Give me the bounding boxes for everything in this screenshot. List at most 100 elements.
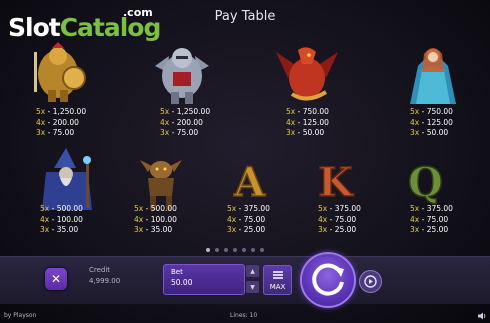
pay-line: 5x - 750.00 [410,107,453,118]
payout: - 500.00 [51,204,83,213]
payout: - 750.00 [297,107,329,116]
payout: - 75.00 [171,128,199,137]
credit-label: Credit [89,266,111,274]
payout: - 1,250.00 [47,107,87,116]
speaker-icon[interactable] [477,311,487,321]
multiplier: 3x [227,225,237,234]
multiplier: 3x [410,225,420,234]
paytable-goblin: 5x - 500.00 4x - 100.00 3x - 35.00 [134,204,177,236]
paytable-wizard: 5x - 500.00 4x - 100.00 3x - 35.00 [40,204,83,236]
multiplier: 4x [36,117,46,127]
bet-decrease-button[interactable]: ▼ [246,281,259,293]
goblin-icon [140,160,182,210]
pay-line: 4x - 75.00 [318,215,361,226]
multiplier: 3x [36,128,46,137]
close-button[interactable]: ✕ [45,268,67,290]
autoplay-button[interactable] [359,270,382,293]
multiplier: 3x [134,225,144,234]
bet-value: 50.00 [171,278,193,287]
letter-k-glyph: K [318,159,354,206]
multiplier: 4x [134,214,144,224]
pay-line: 5x - 375.00 [318,204,361,215]
payout: - 375.00 [238,204,270,213]
pay-line: 3x - 50.00 [410,128,453,139]
page-dot-2[interactable] [215,248,219,252]
payout: - 50.00 [421,128,449,137]
paytable-golden-knight: 5x - 1,250.00 4x - 200.00 3x - 75.00 [36,107,86,139]
multiplier: 5x [410,204,420,213]
spin-button[interactable] [300,252,356,308]
max-bet-button[interactable]: MAX [263,265,292,295]
multiplier: 5x [134,204,144,213]
pay-line: 5x - 375.00 [227,204,270,215]
multiplier: 3x [318,225,328,234]
payout: - 75.00 [421,214,449,224]
payout: - 750.00 [421,107,453,116]
multiplier: 4x [410,117,420,127]
pay-line: 3x - 25.00 [227,225,270,236]
pay-line: 3x - 35.00 [134,225,177,236]
page-indicator [206,248,264,252]
page-dot-6[interactable] [251,248,255,252]
bet-selector[interactable]: Bet 50.00 [163,264,245,295]
page-dot-4[interactable] [233,248,237,252]
credit-value: 4,999.00 [89,277,121,285]
silver-knight-icon [155,48,209,104]
payout: - 75.00 [47,128,75,137]
control-panel [0,256,490,304]
paytable-letter-a: 5x - 375.00 4x - 75.00 3x - 25.00 [227,204,270,236]
letter-q-glyph: Q [408,159,443,206]
spin-arrow-icon [312,263,344,296]
payout: - 25.00 [421,225,449,234]
pay-line: 5x - 375.00 [410,204,453,215]
pay-line: 4x - 200.00 [160,118,210,129]
pay-line: 3x - 25.00 [410,225,453,236]
payout: - 25.00 [329,225,357,234]
golden-knight-icon [34,42,86,102]
pay-line: 4x - 125.00 [286,118,329,129]
payout: - 35.00 [145,225,173,234]
pay-line: 3x - 75.00 [160,128,210,139]
pay-line: 5x - 1,250.00 [36,107,86,118]
chevron-up-icon: ▲ [250,267,255,275]
pay-line: 3x - 75.00 [36,128,86,139]
page-dot-1[interactable] [206,248,210,252]
payout: - 25.00 [238,225,266,234]
bet-increase-button[interactable]: ▲ [246,265,259,277]
multiplier: 3x [286,128,296,137]
wizard-icon [42,148,92,210]
chevron-down-icon: ▼ [250,283,255,291]
page-dot-5[interactable] [242,248,246,252]
pay-line: 5x - 500.00 [134,204,177,215]
pay-line: 4x - 200.00 [36,118,86,129]
pay-line: 3x - 35.00 [40,225,83,236]
paytable-red-dragon: 5x - 750.00 4x - 125.00 3x - 50.00 [286,107,329,139]
lines-count: Lines: 10 [230,312,258,319]
provider-brand: by Playson [4,312,37,319]
pay-line: 4x - 125.00 [410,118,453,129]
pay-line: 5x - 500.00 [40,204,83,215]
payout: - 500.00 [145,204,177,213]
multiplier: 4x [40,214,50,224]
multiplier: 5x [40,204,50,213]
red-dragon-icon [276,47,338,101]
multiplier: 5x [318,204,328,213]
multiplier: 4x [410,214,420,224]
pay-line: 3x - 25.00 [318,225,361,236]
payout: - 100.00 [51,214,83,224]
page-dot-3[interactable] [224,248,228,252]
page-dot-7[interactable] [260,248,264,252]
max-bet-label: MAX [269,283,286,291]
payout: - 125.00 [421,117,453,127]
paytable-letter-q: 5x - 375.00 4x - 75.00 3x - 25.00 [410,204,453,236]
pay-line: 4x - 75.00 [410,215,453,226]
page-title: Pay Table [214,9,276,24]
pay-line: 4x - 100.00 [40,215,83,226]
multiplier: 5x [36,107,46,116]
close-icon: ✕ [50,272,62,286]
multiplier: 3x [410,128,420,137]
multiplier: 4x [227,214,237,224]
paytable-letter-k: 5x - 375.00 4x - 75.00 3x - 25.00 [318,204,361,236]
bet-label: Bet [171,268,183,276]
game-background: SlotCatalog .com Pay Table 5x - 1,250.00… [0,0,490,323]
